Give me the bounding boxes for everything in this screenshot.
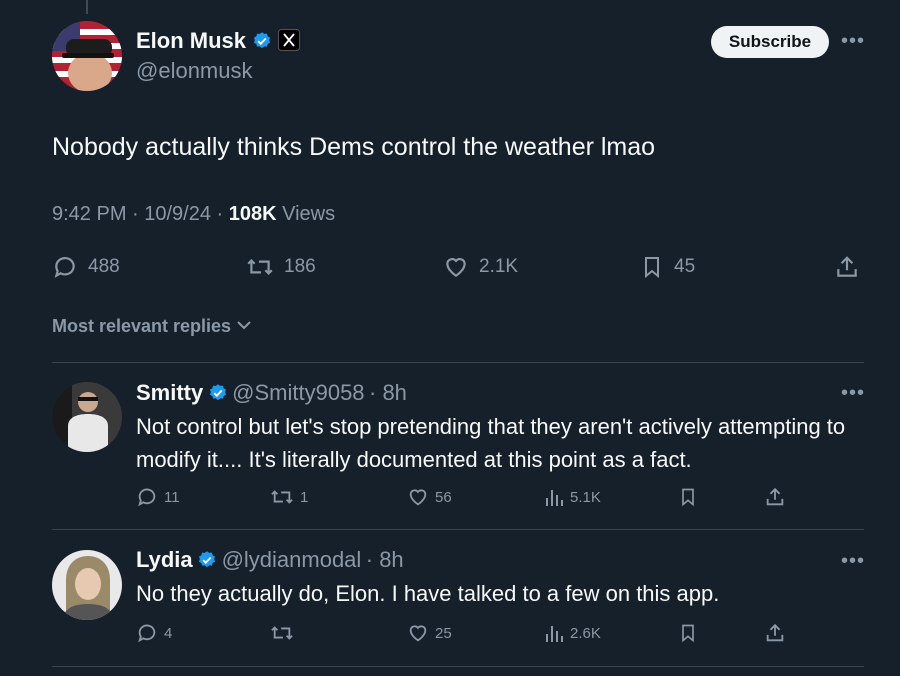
reply-header: Smitty @Smitty9058 · 8h: [136, 380, 407, 406]
author-handle[interactable]: @elonmusk: [136, 58, 253, 84]
reply-sort-dropdown[interactable]: Most relevant replies: [52, 316, 252, 337]
reply-share-button[interactable]: [764, 622, 786, 644]
reply-author-handle[interactable]: @lydianmodal: [222, 547, 362, 572]
retweet-count: 1: [300, 488, 309, 506]
divider: [52, 529, 864, 530]
reply-author-name[interactable]: Smitty: [136, 380, 203, 405]
subscribe-button[interactable]: Subscribe: [711, 26, 829, 58]
reply-like-stat[interactable]: 25: [407, 622, 452, 644]
reply-avatar[interactable]: [52, 550, 122, 620]
tweet-timestamp[interactable]: 9:42 PM · 10/9/24 ·: [52, 203, 229, 225]
more-options-icon[interactable]: •••: [841, 30, 865, 53]
reply-sort-label: Most relevant replies: [52, 316, 232, 336]
reply-bookmark-button[interactable]: [678, 486, 698, 508]
reply-text: No they actually do, Elon. I have talked…: [136, 581, 720, 606]
reply-icon: [138, 488, 156, 507]
tweet-text: Nobody actually thinks Dems control the …: [52, 133, 656, 161]
heart-icon: [446, 258, 466, 277]
analytics-icon: [546, 490, 563, 506]
like-count: 2.1K: [479, 256, 519, 277]
reply-author-name[interactable]: Lydia: [136, 547, 193, 572]
like-stat[interactable]: 2.1K: [443, 254, 518, 280]
heart-icon: [409, 625, 427, 642]
reply-time[interactable]: · 8h: [366, 547, 404, 572]
bookmark-icon: [682, 624, 694, 643]
verified-badge-icon: [209, 384, 226, 401]
reply-bookmark-button[interactable]: [678, 622, 698, 644]
reply-count: 11: [164, 488, 180, 506]
reply-count: 488: [88, 256, 120, 277]
divider: [52, 666, 864, 667]
reply-reply-stat[interactable]: 4: [136, 622, 172, 644]
thread-connector-line: [86, 0, 88, 14]
heart-icon: [409, 489, 427, 506]
divider: [52, 362, 864, 363]
share-button[interactable]: [834, 254, 860, 280]
reply-avatar[interactable]: [52, 382, 122, 452]
reply-stat[interactable]: 488: [52, 254, 120, 280]
reply-icon: [54, 257, 75, 278]
retweet-icon: [271, 490, 293, 504]
reply-text: Not control but let's stop pretending th…: [136, 414, 846, 472]
author-avatar[interactable]: [52, 21, 122, 91]
reply-header: Lydia @lydianmodal · 8h: [136, 547, 404, 573]
more-options-icon[interactable]: •••: [841, 550, 865, 573]
author-name[interactable]: Elon Musk: [136, 28, 246, 53]
views-count: 108K: [228, 203, 277, 225]
retweet-count: 186: [284, 256, 316, 277]
analytics-icon: [546, 626, 563, 642]
reply-views-stat[interactable]: 5.1K: [544, 486, 601, 508]
like-count: 56: [435, 488, 452, 506]
reply-retweet-stat[interactable]: [270, 622, 300, 644]
verified-badge-icon: [199, 551, 216, 568]
reply-count: 4: [164, 624, 173, 642]
like-count: 25: [435, 624, 452, 642]
views-label: Views: [276, 203, 336, 225]
bookmark-stat[interactable]: 45: [640, 254, 695, 280]
views-count: 5.1K: [570, 488, 601, 506]
share-icon: [837, 256, 857, 277]
reply-reply-stat[interactable]: 11: [136, 486, 180, 508]
reply-time[interactable]: · 8h: [369, 380, 407, 405]
retweet-icon: [271, 626, 293, 640]
tweet-meta: 9:42 PM · 10/9/24 · 108K Views: [52, 203, 335, 226]
more-options-icon[interactable]: •••: [841, 382, 865, 405]
reply-views-stat[interactable]: 2.6K: [544, 622, 601, 644]
chevron-down-icon: [237, 321, 251, 330]
retweet-stat[interactable]: 186: [246, 254, 316, 280]
reply-share-button[interactable]: [764, 486, 786, 508]
views-count: 2.6K: [570, 624, 601, 642]
bookmark-count: 45: [674, 256, 696, 277]
reply-like-stat[interactable]: 56: [407, 486, 452, 508]
reply-author-handle[interactable]: @Smitty9058: [232, 380, 364, 405]
x-affiliate-icon: [278, 29, 301, 51]
reply-retweet-stat[interactable]: 1: [270, 486, 308, 508]
retweet-icon: [247, 259, 273, 275]
verified-badge-icon: [254, 32, 271, 49]
share-icon: [766, 487, 784, 506]
share-icon: [766, 623, 784, 642]
bookmark-icon: [682, 488, 694, 507]
author-name-row[interactable]: Elon Musk: [136, 28, 301, 54]
bookmark-icon: [645, 257, 659, 279]
reply-icon: [138, 624, 156, 643]
